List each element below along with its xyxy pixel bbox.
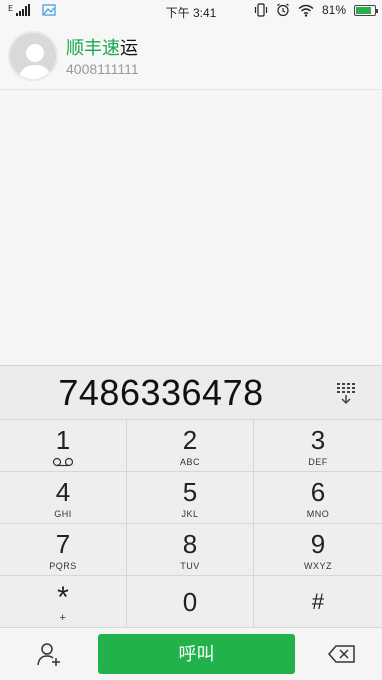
key-digit: # xyxy=(311,589,325,614)
key-digit: 2 xyxy=(182,425,198,455)
key-6[interactable]: 6 MNO xyxy=(254,472,382,524)
status-right-icons: 81% xyxy=(254,3,378,17)
avatar xyxy=(8,31,58,81)
key-digit: 8 xyxy=(182,529,198,559)
key-letters: PQRS xyxy=(49,561,77,571)
contact-name-rest: 运 xyxy=(120,38,138,58)
vibrate-icon xyxy=(254,3,268,17)
key-7[interactable]: 7 PQRS xyxy=(0,524,127,576)
key-letters: GHI xyxy=(54,509,72,519)
key-hash[interactable]: # xyxy=(254,576,382,628)
key-3[interactable]: 3 DEF xyxy=(254,420,382,472)
key-digit: 7 xyxy=(55,529,71,559)
battery-icon xyxy=(354,4,378,16)
key-digit: 1 xyxy=(55,425,71,455)
person-icon xyxy=(18,44,52,79)
key-digit: 3 xyxy=(310,425,326,455)
entered-number[interactable]: 7486336478 xyxy=(0,372,322,414)
call-button[interactable]: 呼叫 xyxy=(98,634,295,674)
status-bar: E 下午 3:41 81% xyxy=(0,0,382,22)
key-digit: * xyxy=(57,581,69,614)
dialpad: 1 2 ABC 3 DEF 4 GHI 5 JKL 6 MNO 7 PQRS 8… xyxy=(0,420,382,628)
contact-name: 顺丰速运 xyxy=(66,34,138,60)
alarm-icon xyxy=(277,3,289,17)
key-9[interactable]: 9 WXYZ xyxy=(254,524,382,576)
contact-number: 4008111111 xyxy=(66,61,139,77)
battery-percent: 81% xyxy=(321,3,346,17)
key-digit: 4 xyxy=(55,477,71,507)
contact-suggestion[interactable]: 顺丰速运 4008111111 xyxy=(0,22,382,90)
key-digit: 9 xyxy=(310,529,326,559)
number-display: 7486336478 xyxy=(0,365,382,420)
key-letters: JKL xyxy=(181,509,199,519)
key-letters: TUV xyxy=(180,561,200,571)
key-digit: 5 xyxy=(182,477,198,507)
key-digit: 6 xyxy=(310,477,326,507)
key-4[interactable]: 4 GHI xyxy=(0,472,127,524)
key-1[interactable]: 1 xyxy=(0,420,127,472)
key-8[interactable]: 8 TUV xyxy=(127,524,254,576)
key-letters: MNO xyxy=(306,509,330,519)
key-2[interactable]: 2 ABC xyxy=(127,420,254,472)
key-letters: DEF xyxy=(308,457,328,467)
key-5[interactable]: 5 JKL xyxy=(127,472,254,524)
add-contact-icon[interactable] xyxy=(36,641,62,667)
suggestion-list-area xyxy=(0,91,382,365)
contact-name-match: 顺丰速 xyxy=(66,38,120,58)
key-0[interactable]: 0 xyxy=(127,576,254,628)
key-letters: + xyxy=(59,612,67,624)
backspace-icon[interactable] xyxy=(328,644,356,664)
wifi-icon xyxy=(298,4,314,17)
hide-keypad-icon[interactable] xyxy=(334,381,358,405)
key-letters: WXYZ xyxy=(304,561,332,571)
key-letters: ABC xyxy=(179,457,200,467)
action-bar: 呼叫 xyxy=(0,628,382,680)
voicemail-icon xyxy=(52,457,74,467)
key-digit: 0 xyxy=(182,587,198,617)
key-star[interactable]: * + xyxy=(0,576,127,628)
battery-fill xyxy=(356,6,371,14)
